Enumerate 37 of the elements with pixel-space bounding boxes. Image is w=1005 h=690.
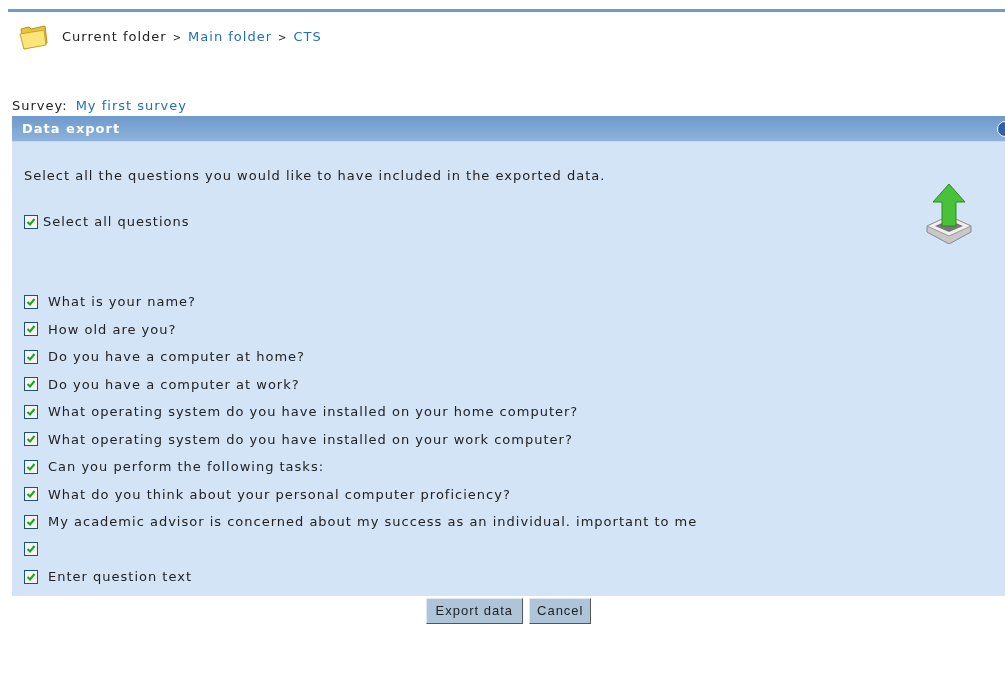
question-label: Do you have a computer at work? bbox=[48, 375, 300, 394]
survey-label: Survey: bbox=[12, 97, 68, 116]
checkbox[interactable] bbox=[24, 377, 38, 392]
cancel-button[interactable]: Cancel bbox=[529, 598, 592, 624]
question-label: Do you have a computer at home? bbox=[48, 348, 306, 366]
checkbox[interactable] bbox=[24, 542, 38, 557]
question-label: What operating system do you have installed on your work computer? bbox=[48, 430, 573, 449]
folder-icon bbox=[18, 23, 50, 51]
checkbox[interactable] bbox=[24, 294, 38, 309]
export-icon bbox=[923, 182, 975, 244]
checkbox[interactable] bbox=[24, 349, 38, 364]
question-label: My academic advisor is concerned about my success as an individual. important to me bbox=[48, 513, 698, 531]
instruction-text: Select all the questions you would like to have included in the exported data. bbox=[24, 167, 607, 186]
checkbox[interactable] bbox=[24, 322, 38, 337]
breadcrumb-link[interactable]: CTS bbox=[293, 27, 322, 47]
breadcrumb-separator: > bbox=[278, 30, 288, 45]
question-label: Can you perform the following tasks: bbox=[48, 458, 325, 476]
checkbox[interactable] bbox=[24, 569, 38, 584]
question-label: What is your name? bbox=[48, 293, 196, 311]
help-icon[interactable] bbox=[997, 120, 1005, 137]
checkbox-label: Select all questions bbox=[43, 213, 190, 232]
panel-title: Data export bbox=[22, 119, 121, 138]
checkbox[interactable] bbox=[24, 432, 38, 447]
question-label: What do you think about your personal computer proficiency? bbox=[48, 485, 511, 504]
checkbox[interactable] bbox=[24, 404, 38, 419]
breadcrumb-separator: > bbox=[172, 30, 183, 45]
breadcrumb-link[interactable]: Main folder bbox=[188, 27, 272, 47]
export-data-button[interactable]: Export data bbox=[425, 598, 523, 624]
question-label: How old are you? bbox=[48, 320, 177, 339]
checkbox[interactable] bbox=[24, 487, 38, 502]
question-label: Enter question text bbox=[48, 568, 192, 586]
checkbox[interactable] bbox=[24, 215, 38, 229]
question-label: What operating system do you have installed on your home computer? bbox=[48, 403, 579, 421]
survey-link[interactable]: My first survey bbox=[75, 96, 187, 116]
checkbox[interactable] bbox=[24, 514, 38, 529]
breadcrumb-text: Current folder bbox=[62, 28, 167, 47]
checkbox[interactable] bbox=[24, 459, 38, 474]
